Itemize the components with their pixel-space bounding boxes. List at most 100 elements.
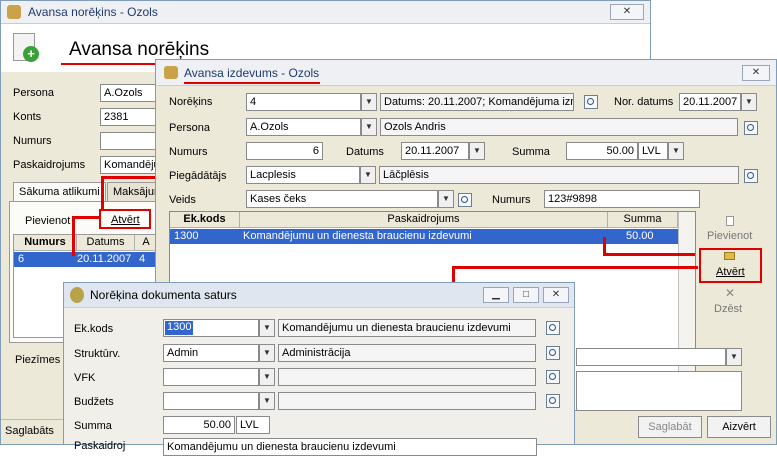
chevron-down-icon[interactable]: ▼ [259,319,275,337]
side-dzest-button[interactable]: Dzēst [714,303,742,315]
currency-field[interactable]: LVL [236,416,270,434]
summa-field[interactable]: 50.00 [163,416,235,434]
norekins-field[interactable]: 4 [246,93,361,111]
chevron-down-icon[interactable]: ▼ [361,93,377,111]
mid-row-ekkods: 1300 [174,230,199,242]
lookup-icon[interactable] [744,169,758,183]
add-document-icon: + [13,33,39,62]
persona-name: Ozols Andris [380,118,738,136]
window-icon [164,66,178,79]
close-button[interactable]: ✕ [610,4,644,20]
currency-field[interactable]: LVL [638,142,668,160]
lookup-icon[interactable] [546,321,560,335]
chevron-down-icon[interactable]: ▼ [259,368,275,386]
piegadatajs-field[interactable]: Lacplesis [246,166,360,184]
vfk-name [278,368,536,386]
lookup-icon[interactable] [458,193,472,207]
lookup-icon[interactable] [584,95,598,109]
mid-notes-area[interactable] [576,371,742,411]
page-title: Avansa norēķins [69,39,210,60]
piegadatajs-name: Lāčplēsis [379,166,739,184]
chevron-down-icon[interactable]: ▼ [469,142,485,160]
datums-field[interactable]: 20.11.2007 [401,142,469,160]
numurs-field[interactable]: 6 [246,142,323,160]
back-window-title: Avansa norēķins - Ozols [28,5,158,19]
connector-line [452,266,698,269]
chevron-down-icon[interactable]: ▼ [741,93,757,111]
lookup-icon[interactable] [546,394,560,408]
chevron-down-icon[interactable]: ▼ [259,392,275,410]
norekins-desc: Datums: 20.11.2007; Komandējuma izm [380,93,574,111]
chevron-down-icon[interactable]: ▼ [259,344,275,362]
nor-datums-field[interactable]: 20.11.2007 [679,93,741,111]
persona-label: Persona [13,87,54,99]
paskaidrojums-field[interactable]: Komandējum [100,156,158,174]
status-text: Saglabāts [5,425,54,437]
chevron-down-icon[interactable]: ▼ [361,118,377,136]
mid-col-ekkods[interactable]: Ek.kods [170,212,240,228]
norekins-label: Norēķins [169,96,213,108]
numurs-label: Numurs [169,146,208,158]
strukturv-field[interactable]: Admin [163,344,259,362]
paskaidrojums-field[interactable]: Komandējumu un dienesta braucienu izdevu… [163,438,537,456]
saglabat-button[interactable]: Saglabāt [638,416,702,438]
back-col-datums[interactable]: Datums [77,235,135,251]
back-row-numurs: 6 [18,253,25,265]
chevron-down-icon[interactable]: ▼ [668,142,684,160]
side-pievienot-button[interactable]: Pievienot [707,230,752,242]
summa-label: Summa [74,420,112,432]
konts-label: Konts [13,111,42,123]
ek-kods-name: Komandējumu un dienesta braucienu izdevu… [278,319,536,337]
connector-line [603,253,695,256]
strukturv-name: Administrācija [278,344,536,362]
veids-label: Veids [169,194,196,206]
aizvert-button[interactable]: Aizvērt [707,416,771,438]
noreķina-dokumenta-saturs-window: Norēķina dokumenta saturs ▁ □ ✕ Ek.kods … [63,282,575,456]
back-row-datums: 20.11.2007 [77,253,132,265]
konts-field[interactable]: 2381 [100,108,158,126]
strukturv-label: Struktūrv. [74,348,121,360]
front-window-title: Norēķina dokumenta saturs [90,288,237,302]
plus-badge-icon: + [23,46,39,62]
vfk-field[interactable] [163,368,259,386]
close-button[interactable]: ✕ [742,65,770,81]
lookup-icon[interactable] [744,121,758,135]
maximize-button[interactable]: □ [513,287,539,303]
window-icon [70,287,84,303]
summa-field[interactable]: 50.00 [566,142,638,160]
ek-kods-label: Ek.kods [74,323,114,335]
veids-field[interactable]: Kases čeks [246,190,438,208]
budzets-label: Budžets [74,396,114,408]
front-titlebar: Norēķina dokumenta saturs ▁ □ ✕ [64,283,574,308]
title-underline [184,82,320,84]
mid-col-summa[interactable]: Summa [608,212,678,228]
tab-sakuma-atlikumi[interactable]: Sākuma atlikumi [13,182,106,202]
chevron-down-icon[interactable]: ▼ [438,190,454,208]
mid-col-paskaidrojums[interactable]: Paskaidrojums [240,212,608,228]
persona-field[interactable]: A.Ozols [246,118,361,136]
mid-window-title: Avansa izdevums - Ozols [184,66,320,80]
page-icon [726,216,734,226]
close-button[interactable]: ✕ [543,287,569,303]
minimize-button[interactable]: ▁ [483,287,509,303]
numurs2-field[interactable]: 123#9898 [544,190,700,208]
chevron-down-icon[interactable]: ▼ [726,348,742,366]
lookup-icon[interactable] [546,346,560,360]
paskaidrojums-label: Paskaidrojums [13,159,86,171]
numurs-field[interactable] [100,132,158,150]
back-col-numurs[interactable]: Numurs [14,235,77,251]
connector-line [72,216,100,219]
numurs2-label: Numurs [492,194,531,206]
chevron-down-icon[interactable]: ▼ [360,166,376,184]
window-icon [7,5,21,19]
side-atvert-button[interactable]: Atvērt [716,266,745,278]
ek-kods-selected-text: 1300 [167,321,192,333]
piezimes-label: Piezīmes [15,354,61,366]
persona-field[interactable]: A.Ozols [100,84,158,102]
back-atvert-link[interactable]: Atvērt [111,214,140,226]
datums-label: Datums [346,146,384,158]
mid-notes-field[interactable] [576,348,726,366]
budzets-field[interactable] [163,392,259,410]
back-pievienot-link[interactable]: Pievienot [25,215,70,227]
lookup-icon[interactable] [546,370,560,384]
